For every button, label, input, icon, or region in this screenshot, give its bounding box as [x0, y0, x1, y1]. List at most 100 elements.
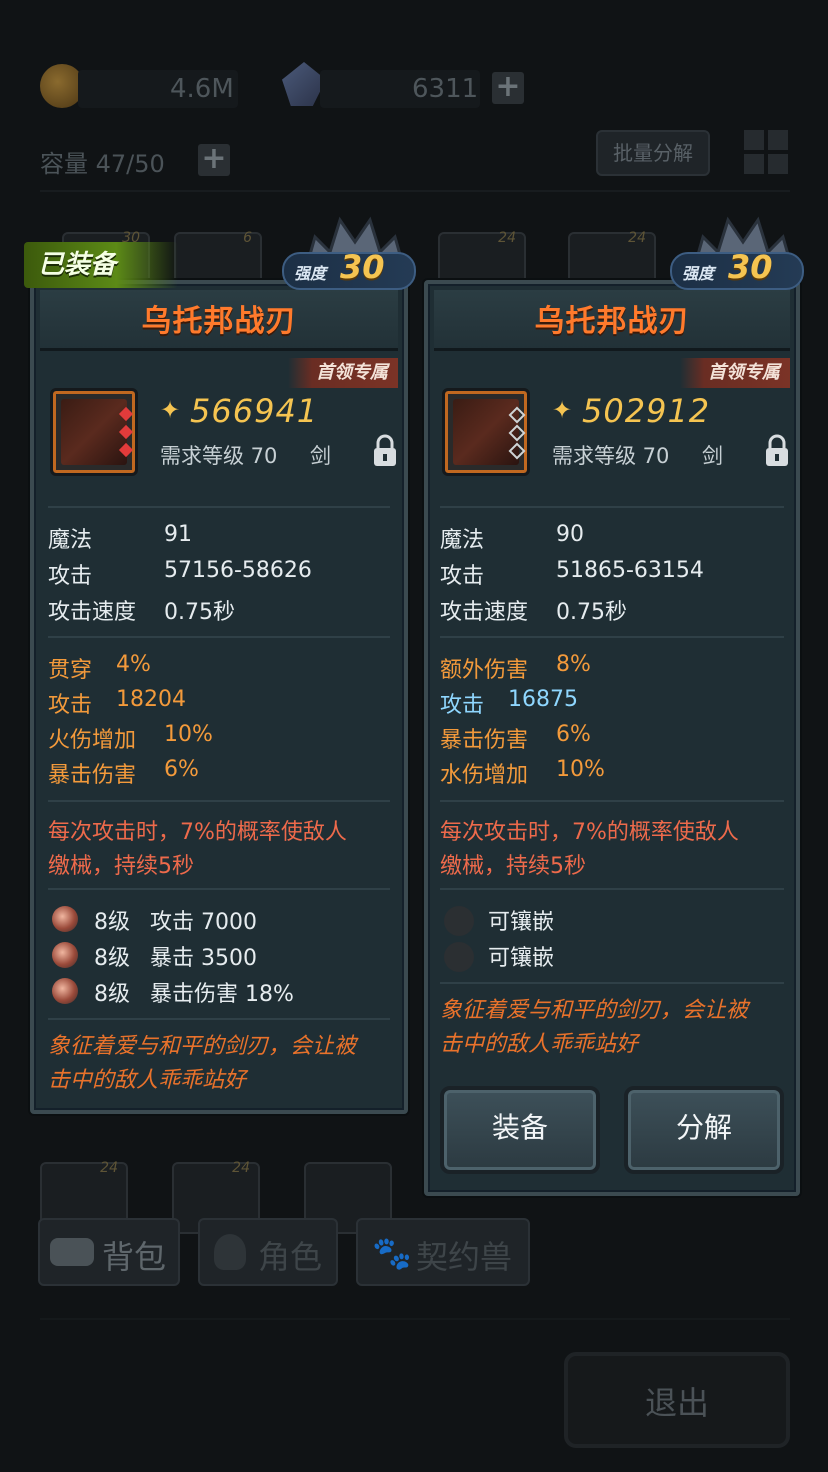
special-effect: 缴械，持续5秒	[48, 854, 194, 879]
gem-stat: 暴击伤害 18%	[150, 982, 294, 1007]
gem-stat: 攻击 7000	[150, 910, 257, 935]
equipped-item-card: 乌托邦战刃 首领专属 ✦ 566941 需求等级 70 剑 魔法 91 攻击 5…	[30, 280, 408, 1114]
stat-label: 攻击速度	[440, 600, 529, 625]
strength-value: 30	[340, 248, 385, 286]
extra-stat-label: 水伤增加	[440, 763, 529, 788]
batch-decompose-label: 批量分解	[613, 141, 693, 165]
extra-stat-value: 8%	[556, 652, 591, 677]
power-icon: ✦	[160, 396, 181, 424]
divider	[440, 506, 784, 508]
grid-view-icon[interactable]	[744, 130, 788, 174]
decompose-button[interactable]: 分解	[624, 1086, 784, 1174]
flavor-text: 象征着爱与和平的剑刃，会让被	[440, 998, 749, 1023]
tab-bag[interactable]: 背包	[38, 1218, 180, 1286]
extra-stat-value: 10%	[164, 722, 213, 747]
flavor-text: 象征着爱与和平的剑刃，会让被	[48, 1034, 357, 1059]
lock-icon[interactable]	[764, 434, 790, 468]
divider	[440, 982, 784, 984]
socket-label: 可镶嵌	[488, 910, 555, 935]
bag-icon	[50, 1238, 94, 1266]
stat-label: 攻击	[48, 564, 93, 589]
lock-icon[interactable]	[372, 434, 398, 468]
empty-socket-icon	[444, 942, 474, 972]
extra-stat-label: 火伤增加	[48, 728, 137, 753]
paw-icon: 🐾	[372, 1234, 412, 1272]
extra-stat-label: 攻击	[440, 693, 485, 718]
card-title-bar: 乌托邦战刃	[40, 290, 398, 351]
extra-stat-value: 4%	[116, 652, 151, 677]
compare-item-card: 乌托邦战刃 首领专属 ✦ 502912 需求等级 70 剑 魔法 90 攻击 5…	[424, 280, 800, 1196]
gem-level: 8级	[94, 946, 130, 971]
extra-stat-label: 额外伤害	[440, 658, 529, 683]
sword-icon	[61, 399, 127, 465]
item-power: 502912	[582, 392, 711, 430]
exit-button[interactable]: 退出	[564, 1352, 790, 1448]
empty-socket-icon	[444, 906, 474, 936]
strength-badge: 强度 30	[282, 216, 422, 290]
decompose-button-label: 分解	[675, 1111, 732, 1144]
tab-bag-label: 背包	[102, 1238, 167, 1276]
item-requirement: 需求等级 70	[552, 444, 670, 468]
boss-exclusive-tag: 首领专属	[680, 358, 790, 388]
extra-stat-label: 暴击伤害	[440, 728, 529, 753]
item-power: 566941	[190, 392, 319, 430]
tab-pet[interactable]: 🐾 契约兽	[356, 1218, 530, 1286]
stat-value: 57156-58626	[164, 558, 312, 583]
footer-divider	[40, 1318, 790, 1320]
stat-label: 攻击	[440, 564, 485, 589]
stat-label: 魔法	[48, 528, 93, 553]
strength-label: 强度	[682, 264, 715, 283]
gem-stat: 暴击 3500	[150, 946, 257, 971]
stat-value: 0.75秒	[556, 600, 627, 625]
special-effect: 每次攻击时，7%的概率使敌人	[440, 820, 739, 845]
item-requirement: 需求等级 70	[160, 444, 278, 468]
extra-stat-value: 10%	[556, 757, 605, 782]
power-icon: ✦	[552, 396, 573, 424]
header-divider	[40, 190, 790, 192]
capacity-label: 容量 47/50	[40, 150, 165, 178]
tab-character-label: 角色	[258, 1238, 323, 1276]
tab-pet-label: 契约兽	[416, 1238, 513, 1276]
strength-value: 30	[728, 248, 773, 286]
tab-character[interactable]: 角色	[198, 1218, 338, 1286]
special-effect: 缴械，持续5秒	[440, 854, 586, 879]
stat-value: 51865-63154	[556, 558, 704, 583]
gem-level: 8级	[94, 910, 130, 935]
extra-stat-value: 18204	[116, 687, 186, 712]
item-type: 剑	[310, 444, 331, 468]
flavor-text: 击中的敌人乖乖站好	[440, 1032, 639, 1057]
extra-stat-value: 16875	[508, 687, 578, 712]
flavor-text: 击中的敌人乖乖站好	[48, 1068, 247, 1093]
gem-icon	[52, 906, 78, 932]
item-icon	[50, 388, 138, 476]
gem-icon	[52, 978, 78, 1004]
stat-value: 0.75秒	[164, 600, 235, 625]
add-crystal-button[interactable]: +	[492, 72, 524, 104]
divider	[48, 636, 390, 638]
stat-label: 魔法	[440, 528, 485, 553]
stat-value: 90	[556, 522, 584, 547]
item-type: 剑	[702, 444, 723, 468]
equip-button-label: 装备	[491, 1111, 548, 1144]
socket-label: 可镶嵌	[488, 946, 555, 971]
character-icon	[214, 1234, 246, 1270]
divider	[48, 888, 390, 890]
divider	[440, 888, 784, 890]
equip-button[interactable]: 装备	[440, 1086, 600, 1174]
extra-stat-value: 6%	[164, 757, 199, 782]
add-capacity-button[interactable]: +	[198, 144, 230, 176]
gem-icon	[52, 942, 78, 968]
extra-stat-value: 6%	[556, 722, 591, 747]
special-effect: 每次攻击时，7%的概率使敌人	[48, 820, 347, 845]
card-title-bar: 乌托邦战刃	[434, 290, 790, 351]
strength-badge: 强度 30	[670, 216, 810, 290]
batch-decompose-button[interactable]: 批量分解	[596, 130, 710, 176]
exit-label: 退出	[644, 1384, 709, 1422]
divider	[440, 800, 784, 802]
divider	[440, 636, 784, 638]
item-icon	[442, 388, 530, 476]
divider	[48, 800, 390, 802]
divider	[48, 506, 390, 508]
boss-exclusive-tag: 首领专属	[288, 358, 398, 388]
divider	[48, 1018, 390, 1020]
